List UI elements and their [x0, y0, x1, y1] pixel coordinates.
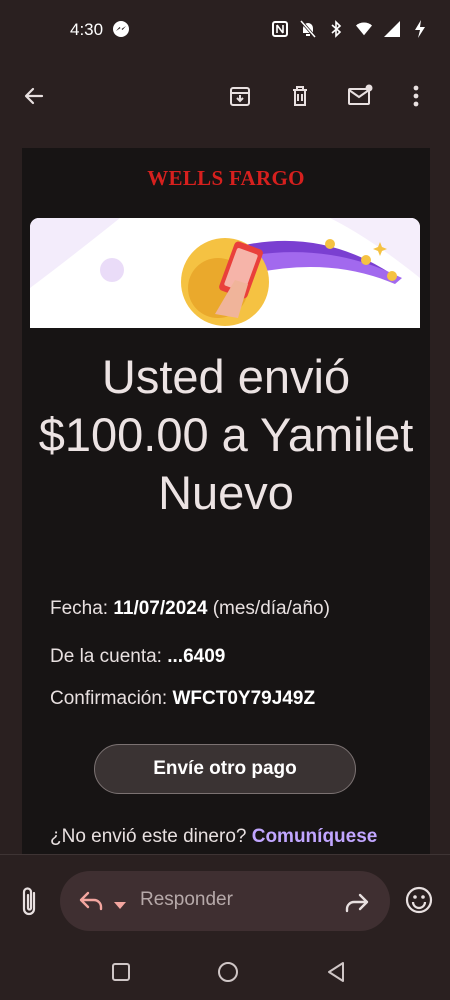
date-format: (mes/día/año): [212, 598, 330, 619]
send-another-payment-button[interactable]: Envíe otro pago: [94, 744, 356, 794]
attach-icon: [22, 887, 36, 916]
reply-bar: Responder: [0, 854, 450, 949]
recents-icon: [112, 963, 130, 981]
account-label: De la cuenta:: [50, 646, 162, 667]
nfc-icon: [272, 19, 288, 39]
dropdown-icon[interactable]: [114, 897, 126, 915]
back-nav-button[interactable]: [324, 960, 348, 984]
date-label: Fecha:: [50, 598, 109, 619]
back-triangle-icon: [328, 962, 344, 982]
delete-button[interactable]: [278, 74, 322, 118]
hero-banner: [30, 218, 420, 328]
email-body: WELLS FARGO Usted envió $100.00 a Yamile…: [22, 148, 430, 854]
delete-icon: [293, 86, 307, 106]
account-value: ...6409: [167, 646, 226, 667]
payment-headline: Usted envió $100.00 a Yamilet Nuevo: [38, 350, 414, 519]
emoji-button[interactable]: [405, 886, 433, 919]
payment-illustration: [30, 218, 420, 326]
confirmation-value: WFCT0Y79J49Z: [172, 688, 316, 709]
home-icon: [218, 962, 238, 982]
account-row: De la cuenta: ...6409: [50, 646, 225, 668]
messenger-icon: [112, 20, 130, 43]
archive-button[interactable]: [218, 74, 262, 118]
date-row: Fecha: 11/07/2024 (mes/día/año): [50, 598, 330, 620]
forward-icon[interactable]: [344, 891, 370, 918]
wifi-icon: [356, 19, 372, 39]
charging-icon: [412, 19, 428, 39]
reply-placeholder: Responder: [140, 889, 233, 910]
archive-icon: [230, 87, 250, 106]
system-nav-bar: [0, 948, 450, 1000]
status-bar: 4:30: [0, 0, 450, 62]
mark-unread-button[interactable]: [338, 74, 382, 118]
status-time: 4:30: [70, 20, 104, 39]
recents-button[interactable]: [109, 960, 133, 984]
footer-question-text: ¿No envió este dinero?: [50, 826, 247, 847]
reply-icon[interactable]: [78, 889, 104, 916]
reply-input[interactable]: Responder: [60, 871, 390, 931]
mark-unread-icon: [348, 84, 373, 105]
more-vert-icon: [413, 85, 419, 107]
wells-fargo-logo: WELLS FARGO: [147, 166, 305, 190]
back-button[interactable]: [12, 74, 56, 118]
date-value: 11/07/2024: [113, 598, 208, 619]
status-icons: [272, 19, 428, 39]
back-arrow-icon: [24, 87, 44, 105]
email-toolbar: [0, 62, 450, 130]
emoji-icon: [405, 886, 433, 914]
contact-link[interactable]: Comuníquese: [252, 826, 378, 847]
confirmation-row: Confirmación: WFCT0Y79J49Z: [50, 688, 315, 710]
signal-icon: [384, 19, 400, 39]
footer-question: ¿No envió este dinero? Comuníquese: [50, 826, 377, 848]
confirmation-label: Confirmación:: [50, 688, 168, 709]
home-button[interactable]: [216, 960, 240, 984]
more-options-button[interactable]: [394, 74, 438, 118]
bell-off-icon: [300, 19, 316, 39]
attach-button[interactable]: [16, 885, 44, 919]
bluetooth-icon: [328, 19, 344, 39]
